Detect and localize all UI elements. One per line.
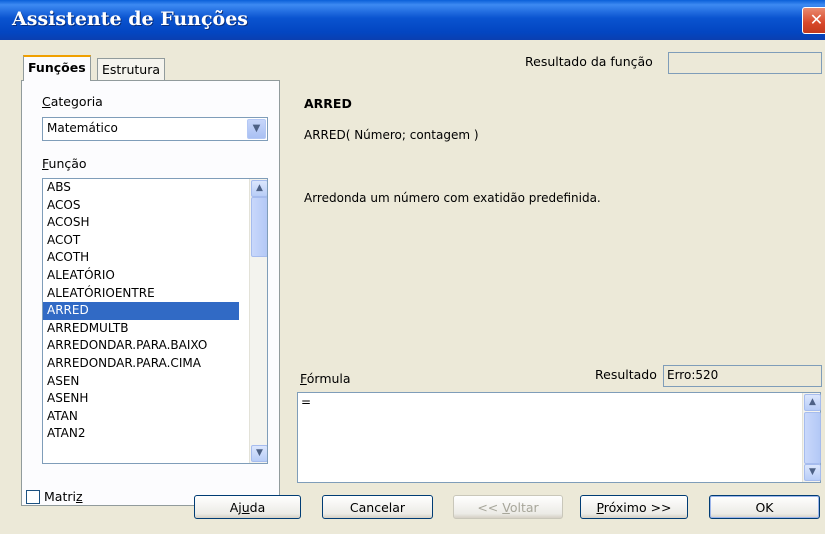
ok-button[interactable]: OK: [709, 495, 820, 519]
list-item[interactable]: ARREDONDAR.PARA.BAIXO: [43, 337, 239, 355]
list-item[interactable]: ACOS: [43, 197, 239, 215]
formula-input[interactable]: = ▲ ▼: [297, 392, 821, 483]
list-item[interactable]: ARRED: [43, 302, 239, 320]
help-button[interactable]: Ajuda: [194, 495, 301, 519]
next-button[interactable]: Próximo >>: [580, 495, 688, 519]
cancel-button[interactable]: Cancelar: [322, 495, 433, 519]
function-label-rest: unção: [48, 156, 87, 171]
list-item[interactable]: ARREDONDAR.PARA.CIMA: [43, 355, 239, 373]
list-item[interactable]: ACOSH: [43, 214, 239, 232]
title-bar: Assistente de Funções ✕: [0, 0, 825, 40]
tab-estrutura[interactable]: Estrutura: [97, 58, 165, 81]
list-item[interactable]: ARREDMULTB: [43, 320, 239, 338]
chevron-down-icon[interactable]: ▼: [804, 464, 821, 481]
list-item[interactable]: ASEN: [43, 373, 239, 391]
tab-funcoes[interactable]: Funções: [23, 55, 91, 81]
matrix-checkbox[interactable]: [26, 490, 40, 504]
window-title: Assistente de Funções: [12, 8, 249, 30]
list-item[interactable]: ACOT: [43, 232, 239, 250]
category-value: Matemático: [47, 121, 118, 135]
formula-label: Fórmula: [300, 371, 351, 386]
chevron-up-icon[interactable]: ▲: [804, 394, 821, 411]
formula-label-rest: órmula: [306, 371, 351, 386]
close-icon[interactable]: ✕: [802, 7, 825, 34]
list-item[interactable]: ATAN: [43, 408, 239, 426]
function-result-field: [668, 52, 822, 74]
scrollbar-thumb[interactable]: [251, 197, 267, 257]
function-label: Função: [42, 156, 87, 171]
dialog-body: Funções Estrutura Categoria Matemático ▼…: [0, 40, 825, 534]
result-value: Erro:520: [667, 368, 719, 382]
back-button[interactable]: << Voltar: [453, 495, 563, 519]
tab-estrutura-label: Estrutura: [102, 62, 160, 77]
category-label-rest: ategoria: [50, 94, 103, 109]
matrix-label: Matriz: [44, 489, 83, 504]
chevron-down-icon[interactable]: ▼: [247, 119, 266, 139]
list-item[interactable]: ABS: [43, 179, 239, 197]
function-scrollbar[interactable]: ▲ ▼: [249, 179, 267, 463]
list-item[interactable]: ATAN2: [43, 425, 239, 443]
list-item[interactable]: ACOTH: [43, 249, 239, 267]
function-description: Arredonda um número com exatidão predefi…: [304, 191, 601, 205]
function-listbox[interactable]: ABS ACOS ACOSH ACOT ACOTH ALEATÓRIO ALEATÓRIOE…: [42, 178, 268, 464]
function-result-label: Resultado da função: [525, 54, 653, 69]
result-label: Resultado: [595, 367, 657, 382]
chevron-up-icon[interactable]: ▲: [251, 180, 267, 197]
chevron-down-icon[interactable]: ▼: [251, 445, 267, 462]
list-item[interactable]: ASENH: [43, 390, 239, 408]
scrollbar-thumb[interactable]: [804, 412, 821, 464]
result-field: Erro:520: [663, 365, 822, 387]
category-select[interactable]: Matemático ▼: [42, 117, 268, 141]
formula-scrollbar[interactable]: ▲ ▼: [802, 393, 821, 482]
list-item[interactable]: ALEATÓRIOENTRE: [43, 285, 239, 303]
function-syntax: ARRED( Número; contagem ): [304, 128, 479, 142]
category-label: Categoria: [42, 94, 103, 109]
list-item[interactable]: ALEATÓRIO: [43, 267, 239, 285]
formula-value: =: [301, 395, 312, 409]
function-name: ARRED: [304, 96, 352, 111]
function-items: ABS ACOS ACOSH ACOT ACOTH ALEATÓRIO ALEATÓRIOE…: [43, 179, 267, 443]
tab-funcoes-label: Funções: [28, 60, 86, 75]
functions-panel: Categoria Matemático ▼ Função ABS ACOS ACO…: [21, 80, 280, 506]
